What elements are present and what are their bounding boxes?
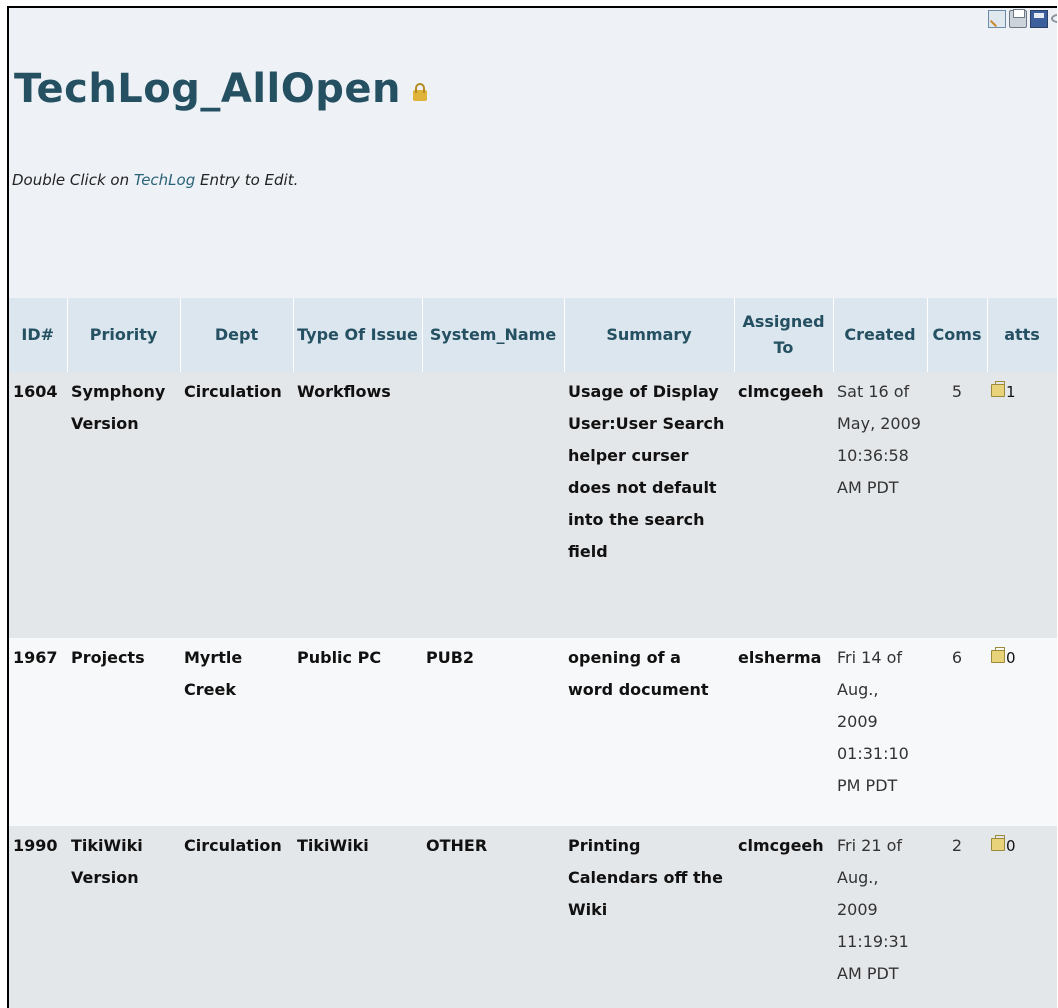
header-system[interactable]: System_Name [422, 298, 565, 372]
cell-assigned: clmcgeeh [734, 826, 833, 1008]
attachment[interactable]: 0 [991, 830, 1053, 862]
cell-priority: Symphony Version [67, 372, 180, 638]
techlog-link[interactable]: TechLog [134, 171, 195, 189]
edit-icon[interactable] [988, 10, 1006, 28]
edit-instruction: Double Click on TechLog Entry to Edit. [12, 171, 298, 189]
table-row[interactable]: 1604 Symphony Version Circulation Workfl… [9, 372, 1057, 638]
print-icon[interactable] [1009, 9, 1027, 28]
table-row[interactable]: 1967 Projects Myrtle Creek Public PC PUB… [9, 638, 1057, 826]
header-summary[interactable]: Summary [564, 298, 735, 372]
cell-type: TikiWiki [293, 826, 422, 1008]
attachment-icon[interactable] [991, 381, 1005, 397]
header-priority[interactable]: Priority [67, 298, 181, 372]
header-row: ID# Priority Dept Type Of Issue System_N… [9, 298, 1057, 372]
cell-priority: TikiWiki Version [67, 826, 180, 1008]
header-assigned[interactable]: Assigned To [734, 298, 834, 372]
cell-id: 1967 [9, 638, 67, 826]
cell-system [422, 372, 564, 638]
cell-id: 1604 [9, 372, 67, 638]
cell-type: Public PC [293, 638, 422, 826]
more-icon[interactable] [1051, 10, 1057, 28]
page-title: TechLog_AllOpen [14, 66, 428, 112]
lock-icon[interactable] [413, 82, 428, 101]
page-frame: TechLog_AllOpen Double Click on TechLog … [7, 6, 1057, 1008]
cell-assigned: clmcgeeh [734, 372, 833, 638]
attachment-icon[interactable] [991, 835, 1005, 851]
attachment-count: 0 [1006, 649, 1016, 667]
cell-atts: 0 [987, 826, 1057, 1008]
header-coms[interactable]: Coms [927, 298, 988, 372]
header-dept[interactable]: Dept [180, 298, 294, 372]
cell-assigned: elsherma [734, 638, 833, 826]
cell-created: Fri 21 of Aug., 2009 11:19:31 AM PDT [833, 826, 927, 1008]
save-icon[interactable] [1030, 10, 1048, 28]
cell-dept: Circulation [180, 826, 293, 1008]
cell-system: PUB2 [422, 638, 564, 826]
cell-atts: 0 [987, 638, 1057, 826]
header-atts[interactable]: atts [987, 298, 1057, 372]
cell-coms: 6 [927, 638, 987, 826]
cell-dept: Myrtle Creek [180, 638, 293, 826]
attachment-count: 1 [1006, 383, 1016, 401]
cell-created: Fri 14 of Aug., 2009 01:31:10 PM PDT [833, 638, 927, 826]
header-created[interactable]: Created [833, 298, 928, 372]
header-id[interactable]: ID# [9, 298, 68, 372]
cell-dept: Circulation [180, 372, 293, 638]
cell-summary: Usage of Display User:User Search helper… [564, 372, 734, 638]
attachment[interactable]: 0 [991, 642, 1053, 674]
cell-id: 1990 [9, 826, 67, 1008]
table-row[interactable]: 1990 TikiWiki Version Circulation TikiWi… [9, 826, 1057, 1008]
instruction-prefix: Double Click on [12, 171, 134, 189]
cell-coms: 2 [927, 826, 987, 1008]
header-type[interactable]: Type Of Issue [293, 298, 423, 372]
cell-coms: 5 [927, 372, 987, 638]
cell-summary: opening of a word document [564, 638, 734, 826]
instruction-suffix: Entry to Edit. [195, 171, 299, 189]
cell-atts: 1 [987, 372, 1057, 638]
attachment-count: 0 [1006, 837, 1016, 855]
techlog-table: ID# Priority Dept Type Of Issue System_N… [9, 298, 1057, 1008]
toolbar [988, 9, 1057, 28]
cell-summary: Printing Calendars off the Wiki [564, 826, 734, 1008]
cell-created: Sat 16 of May, 2009 10:36:58 AM PDT [833, 372, 927, 638]
attachment-icon[interactable] [991, 647, 1005, 663]
page-title-text: TechLog_AllOpen [14, 66, 402, 112]
cell-type: Workflows [293, 372, 422, 638]
attachment[interactable]: 1 [991, 376, 1053, 408]
cell-priority: Projects [67, 638, 180, 826]
cell-system: OTHER [422, 826, 564, 1008]
